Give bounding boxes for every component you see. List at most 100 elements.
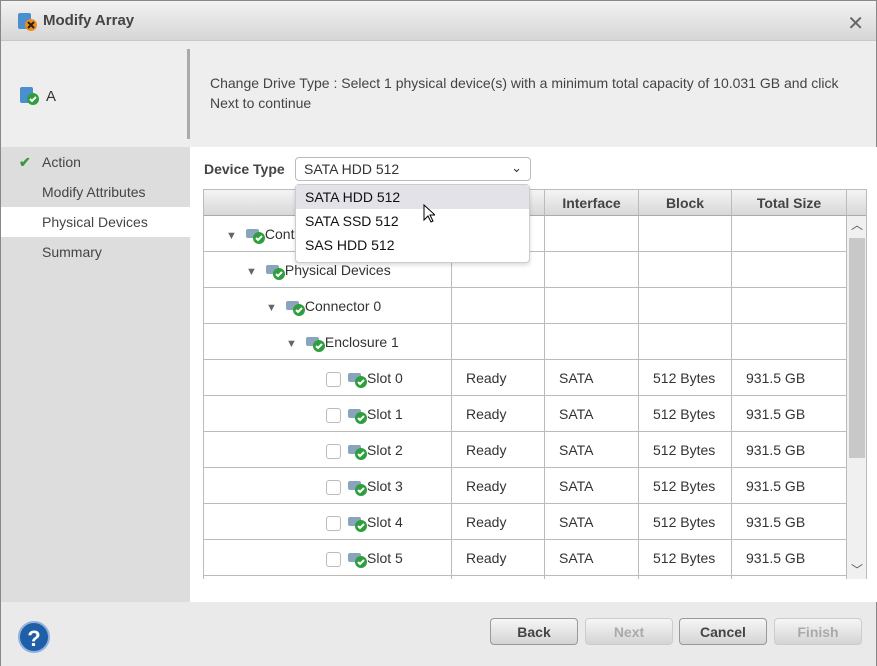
table-row[interactable]: Slot 4 Ready SATA 512 Bytes 931.5 GB [204,504,847,540]
slot-label: Slot 1 [367,406,403,422]
header-divider [187,49,190,139]
step-action[interactable]: ✔ Action [1,147,190,177]
col-block[interactable]: Block [639,190,732,216]
cancel-button[interactable]: Cancel [679,618,767,645]
expand-triangle-icon[interactable]: ▼ [246,266,257,278]
title-bar: Modify Array ✕ [1,1,876,41]
step-summary[interactable]: Summary [1,237,190,267]
table-row[interactable]: Slot 2 Ready SATA 512 Bytes 931.5 GB [204,432,847,468]
selected-value: SATA HDD 512 [304,161,400,177]
slot-checkbox[interactable] [326,479,341,495]
cell: 512 Bytes [639,468,732,504]
slot-node: Slot 0 [326,360,403,396]
modify-array-dialog: Modify Array ✕ A Change Drive Type : Sel… [0,0,877,666]
slot-node: Slot 3 [326,468,403,504]
cell [639,288,732,324]
cell [639,576,732,579]
slot-checkbox[interactable] [326,371,341,387]
tree-node-icon [285,301,305,317]
cell [639,252,732,288]
cell [545,324,639,360]
next-button[interactable]: Next [585,618,673,645]
cell [639,216,732,252]
cell [452,288,545,324]
array-ok-icon [20,87,39,105]
expand-triangle-icon[interactable]: ▼ [286,338,297,350]
cell [732,252,847,288]
scrollbar-thumb[interactable] [849,238,865,458]
option-sata-hdd-512[interactable]: SATA HDD 512 [296,185,529,209]
cell: 512 Bytes [639,360,732,396]
check-icon: ✔ [19,154,31,170]
table-row[interactable] [204,576,847,579]
tree-node[interactable]: ▼ Cont [226,216,294,254]
array-name: A [46,88,57,105]
cell: 512 Bytes [639,540,732,576]
slot-checkbox[interactable] [326,551,341,567]
cell [732,576,847,579]
tree-node-label: Connector 0 [304,298,382,314]
tree-node[interactable]: ▼ Enclosure 1 [286,324,399,362]
device-type-select[interactable]: SATA HDD 512 ⌄ [295,157,531,181]
cell: SATA [545,540,639,576]
cell: 931.5 GB [732,432,847,468]
col-spacer [847,190,866,216]
slot-checkbox[interactable] [326,407,341,423]
table-row[interactable]: ▼ Connector 0 [204,288,847,324]
cell [639,324,732,360]
vertical-scrollbar[interactable]: ︿ ﹀ [847,216,866,579]
slot-label: Slot 4 [367,514,403,530]
step-physical-devices[interactable]: Physical Devices [1,207,190,237]
table-row[interactable]: Slot 0 Ready SATA 512 Bytes 931.5 GB [204,360,847,396]
col-interface[interactable]: Interface [545,190,639,216]
slot-label: Slot 3 [367,478,403,494]
table-row[interactable]: Slot 1 Ready SATA 512 Bytes 931.5 GB [204,396,847,432]
cell [545,576,639,579]
slot-node: Slot 1 [326,396,403,432]
col-total-size[interactable]: Total Size [732,190,847,216]
table-row[interactable]: Slot 3 Ready SATA 512 Bytes 931.5 GB [204,468,847,504]
slot-label: Slot 5 [367,550,403,566]
slot-label: Slot 2 [367,442,403,458]
cell: Ready [452,468,545,504]
tree-node[interactable]: ▼ Connector 0 [266,288,381,326]
cell [545,216,639,252]
cell: 512 Bytes [639,396,732,432]
cell [545,252,639,288]
cell: 512 Bytes [639,432,732,468]
cell: 931.5 GB [732,540,847,576]
cell: Ready [452,360,545,396]
step-label: Summary [42,244,102,260]
scroll-up-icon[interactable]: ︿ [847,216,866,233]
drive-icon [348,517,367,533]
table-row[interactable]: ▼ Enclosure 1 [204,324,847,360]
device-type-dropdown: SATA HDD 512 SATA SSD 512 SAS HDD 512 [295,184,530,263]
cell: 512 Bytes [639,504,732,540]
cell: 931.5 GB [732,504,847,540]
slot-checkbox[interactable] [326,443,341,459]
slot-checkbox[interactable] [326,515,341,531]
finish-button[interactable]: Finish [774,618,862,645]
close-icon[interactable]: ✕ [847,11,864,36]
cell: Ready [452,504,545,540]
expand-triangle-icon[interactable]: ▼ [266,302,277,314]
step-modify-attributes[interactable]: Modify Attributes [1,177,190,207]
table-row[interactable]: Slot 5 Ready SATA 512 Bytes 931.5 GB [204,540,847,576]
cell: 931.5 GB [732,360,847,396]
cell [452,576,545,579]
option-sas-hdd-512[interactable]: SAS HDD 512 [296,233,529,257]
wizard-steps: ✔ Action Modify Attributes Physical Devic… [1,147,190,602]
cell [452,324,545,360]
drive-icon [348,373,367,389]
device-type-label: Device Type [204,161,285,177]
expand-triangle-icon[interactable]: ▼ [226,230,237,242]
slot-label: Slot 0 [367,370,403,386]
back-button[interactable]: Back [490,618,578,645]
tree-node-label: Enclosure 1 [324,334,399,350]
option-sata-ssd-512[interactable]: SATA SSD 512 [296,209,529,233]
cell: SATA [545,432,639,468]
scroll-down-icon[interactable]: ﹀ [847,561,866,578]
help-icon[interactable]: ? [18,621,50,653]
cell: SATA [545,504,639,540]
tree-node-label: Physical Devices [284,262,391,278]
